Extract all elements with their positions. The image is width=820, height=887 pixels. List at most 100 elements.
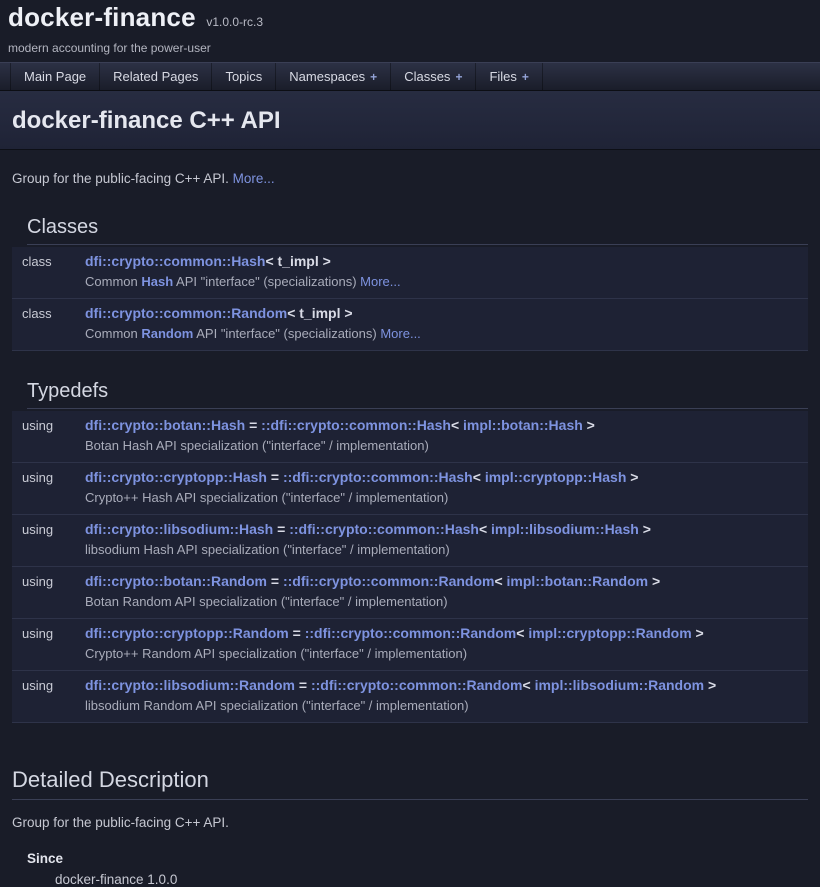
contents: Group for the public-facing C++ API. Mor… xyxy=(0,150,820,887)
class-brief: Common Hash API "interface" (specializat… xyxy=(85,270,804,298)
equals-sign: = xyxy=(267,469,283,485)
since-value: docker-finance 1.0.0 xyxy=(55,872,808,887)
class-link[interactable]: dfi::crypto::common::Random xyxy=(85,305,287,321)
nav-tab-namespaces[interactable]: Namespaces + xyxy=(276,63,391,90)
typedef-declaration: dfi::crypto::botan::Hash = ::dfi::crypto… xyxy=(85,411,804,434)
typedef-declaration: dfi::crypto::cryptopp::Random = ::dfi::c… xyxy=(85,619,804,642)
since-label: Since xyxy=(27,851,808,866)
typedef-declaration: dfi::crypto::cryptopp::Hash = ::dfi::cry… xyxy=(85,463,804,486)
typedef-row: using dfi::crypto::cryptopp::Hash = ::df… xyxy=(12,463,808,515)
classes-heading: Classes xyxy=(27,215,808,245)
typedef-impl-link[interactable]: impl::cryptopp::Random xyxy=(528,625,691,641)
angle-open: < xyxy=(451,417,463,433)
dropdown-plus-icon: + xyxy=(455,70,462,84)
template-args: < t_impl > xyxy=(287,305,352,321)
nav-tab-label: Classes xyxy=(404,69,450,84)
equals-sign: = xyxy=(295,677,311,693)
typedef-brief: Botan Hash API specialization ("interfac… xyxy=(85,434,804,462)
typedef-link[interactable]: dfi::crypto::libsodium::Hash xyxy=(85,521,273,537)
nav-tab-label: Topics xyxy=(225,69,262,84)
typedef-declaration: dfi::crypto::libsodium::Random = ::dfi::… xyxy=(85,671,804,694)
typedef-target-link[interactable]: ::dfi::crypto::common::Hash xyxy=(261,417,451,433)
typedefs-heading: Typedefs xyxy=(27,379,808,409)
template-args: < t_impl > xyxy=(265,253,330,269)
more-link[interactable]: More... xyxy=(380,326,420,341)
class-desc-link[interactable]: Random xyxy=(141,326,193,341)
typedef-impl-link[interactable]: impl::botan::Hash xyxy=(463,417,583,433)
page-header: docker-finance C++ API xyxy=(0,91,820,150)
angle-close: > xyxy=(626,469,638,485)
angle-open: < xyxy=(479,521,491,537)
angle-close: > xyxy=(648,573,660,589)
brief-text: Common xyxy=(85,326,141,341)
typedef-brief: Crypto++ Random API specialization ("int… xyxy=(85,642,804,670)
member-kind: using xyxy=(12,671,85,723)
class-row-random: class dfi::crypto::common::Random< t_imp… xyxy=(12,299,808,351)
since-block: Since docker-finance 1.0.0 xyxy=(27,851,808,887)
typedefs-table: using dfi::crypto::botan::Hash = ::dfi::… xyxy=(12,411,808,723)
typedef-target-link[interactable]: ::dfi::crypto::common::Random xyxy=(283,573,495,589)
member-kind: class xyxy=(12,299,85,351)
nav-tab-related-pages[interactable]: Related Pages xyxy=(100,63,212,90)
nav-tab-files[interactable]: Files + xyxy=(476,63,542,90)
brief-text: Common xyxy=(85,274,141,289)
typedef-link[interactable]: dfi::crypto::cryptopp::Random xyxy=(85,625,289,641)
typedef-row: using dfi::crypto::botan::Random = ::dfi… xyxy=(12,567,808,619)
masthead: docker-finance v1.0.0-rc.3 modern accoun… xyxy=(0,0,820,62)
angle-close: > xyxy=(639,521,651,537)
member-kind: class xyxy=(12,247,85,299)
angle-open: < xyxy=(473,469,485,485)
typedef-impl-link[interactable]: impl::cryptopp::Hash xyxy=(485,469,627,485)
typedef-impl-link[interactable]: impl::botan::Random xyxy=(507,573,649,589)
angle-close: > xyxy=(704,677,716,693)
typedef-target-link[interactable]: ::dfi::crypto::common::Random xyxy=(305,625,517,641)
typedef-brief: Botan Random API specialization ("interf… xyxy=(85,590,804,618)
typedef-target-link[interactable]: ::dfi::crypto::common::Hash xyxy=(289,521,479,537)
brief-text: API "interface" (specializations) xyxy=(173,274,360,289)
project-name: docker-finance xyxy=(8,2,196,32)
typedef-link[interactable]: dfi::crypto::libsodium::Random xyxy=(85,677,295,693)
typedef-declaration: dfi::crypto::libsodium::Hash = ::dfi::cr… xyxy=(85,515,804,538)
nav-tab-label: Files xyxy=(489,69,516,84)
typedef-impl-link[interactable]: impl::libsodium::Random xyxy=(535,677,705,693)
brief-text: API "interface" (specializations) xyxy=(193,326,380,341)
equals-sign: = xyxy=(245,417,261,433)
project-version: v1.0.0-rc.3 xyxy=(206,15,263,29)
member-kind: using xyxy=(12,411,85,463)
angle-close: > xyxy=(583,417,595,433)
typedef-link[interactable]: dfi::crypto::botan::Hash xyxy=(85,417,245,433)
class-declaration: dfi::crypto::common::Hash< t_impl > xyxy=(85,247,804,270)
typedef-brief: Crypto++ Hash API specialization ("inter… xyxy=(85,486,804,514)
group-brief-text: Group for the public-facing C++ API. xyxy=(12,171,229,186)
typedef-row: using dfi::crypto::botan::Hash = ::dfi::… xyxy=(12,411,808,463)
typedef-link[interactable]: dfi::crypto::botan::Random xyxy=(85,573,267,589)
dropdown-plus-icon: + xyxy=(522,70,529,84)
nav-tab-label: Related Pages xyxy=(113,69,198,84)
class-declaration: dfi::crypto::common::Random< t_impl > xyxy=(85,299,804,322)
project-brief: modern accounting for the power-user xyxy=(8,41,812,62)
typedef-row: using dfi::crypto::libsodium::Hash = ::d… xyxy=(12,515,808,567)
detailed-description-heading: Detailed Description xyxy=(12,767,808,800)
nav-tab-topics[interactable]: Topics xyxy=(212,63,276,90)
typedef-impl-link[interactable]: impl::libsodium::Hash xyxy=(491,521,639,537)
typedef-target-link[interactable]: ::dfi::crypto::common::Hash xyxy=(283,469,473,485)
typedef-target-link[interactable]: ::dfi::crypto::common::Random xyxy=(311,677,523,693)
class-row-hash: class dfi::crypto::common::Hash< t_impl … xyxy=(12,247,808,299)
class-brief: Common Random API "interface" (specializ… xyxy=(85,322,804,350)
class-desc-link[interactable]: Hash xyxy=(141,274,173,289)
typedef-link[interactable]: dfi::crypto::cryptopp::Hash xyxy=(85,469,267,485)
typedef-row: using dfi::crypto::libsodium::Random = :… xyxy=(12,671,808,723)
group-brief: Group for the public-facing C++ API. Mor… xyxy=(12,170,808,187)
member-kind: using xyxy=(12,463,85,515)
angle-close: > xyxy=(692,625,704,641)
typedef-brief: libsodium Random API specialization ("in… xyxy=(85,694,804,722)
class-link[interactable]: dfi::crypto::common::Hash xyxy=(85,253,265,269)
more-link[interactable]: More... xyxy=(360,274,400,289)
nav-tab-main-page[interactable]: Main Page xyxy=(10,63,100,90)
equals-sign: = xyxy=(273,521,289,537)
equals-sign: = xyxy=(289,625,305,641)
more-link[interactable]: More... xyxy=(233,171,275,186)
angle-open: < xyxy=(522,677,534,693)
nav-tab-classes[interactable]: Classes + xyxy=(391,63,476,90)
typedef-row: using dfi::crypto::cryptopp::Random = ::… xyxy=(12,619,808,671)
